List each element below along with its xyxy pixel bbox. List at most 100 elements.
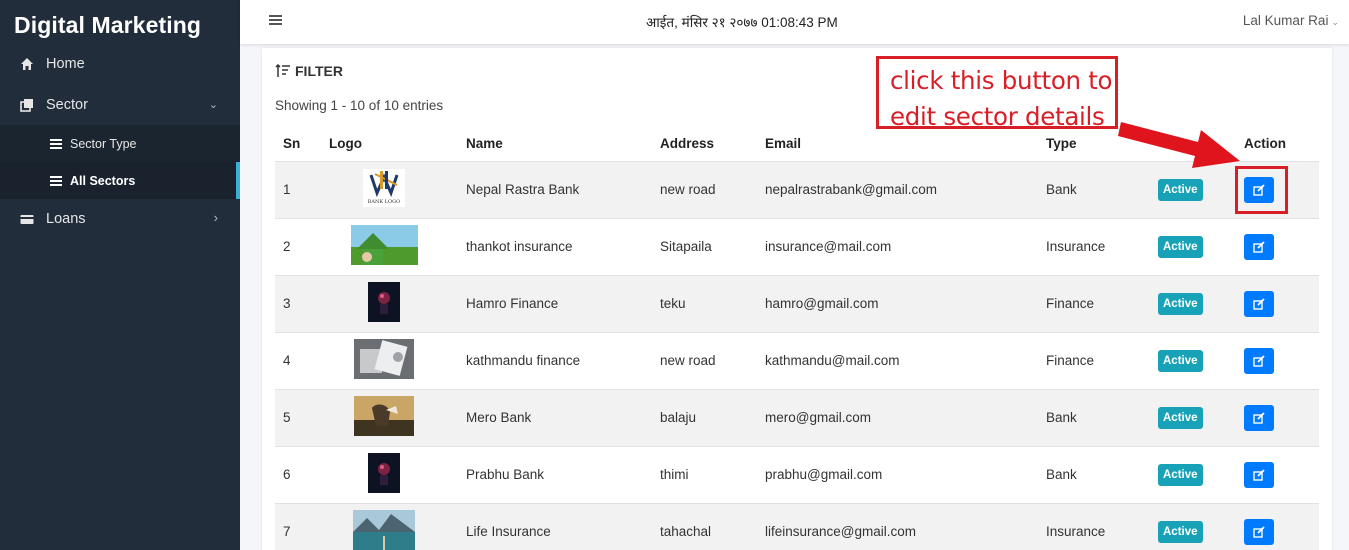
cell-action [1236, 388, 1319, 446]
sort-filter-icon [275, 63, 291, 78]
cell-logo [321, 274, 458, 332]
sector-logo-image: BANK LOGO [363, 169, 405, 210]
edit-sector-button[interactable] [1244, 518, 1274, 545]
filter-label: FILTER [295, 63, 343, 79]
current-datetime: आईत, मंसिर २१ २०७७ 01:08:43 PM [646, 15, 838, 30]
sector-submenu: Sector Type All Sectors [0, 125, 240, 199]
edit-icon [1253, 240, 1265, 253]
cell-address: new road [652, 331, 757, 389]
cell-status: Active [1150, 331, 1236, 389]
sector-logo-image [354, 396, 414, 439]
edit-sector-button[interactable] [1244, 461, 1274, 488]
column-header-logo: Logo [321, 126, 458, 162]
cell-email: prabhu@gmail.com [757, 445, 1038, 503]
cell-logo [321, 388, 458, 446]
column-header-address: Address [652, 126, 757, 162]
cell-sn: 6 [275, 445, 321, 503]
user-menu[interactable]: Lal Kumar Rai ⌄ [1243, 13, 1339, 28]
edit-sector-button[interactable] [1244, 290, 1274, 317]
user-name: Lal Kumar Rai [1242, 13, 1329, 28]
edit-icon [1253, 297, 1265, 310]
table-row: 5 Mero Bank balaju mero@gmail.com Bank Active [275, 388, 1319, 446]
edit-sector-button[interactable] [1244, 233, 1274, 260]
sidebar-item-all-sectors[interactable]: All Sectors [0, 162, 240, 199]
table-row: 7 Life Insurance tahachal lifeinsurance@gma… [275, 502, 1319, 550]
chevron-right-icon: › [213, 210, 218, 225]
filter-toggle[interactable]: FILTER [275, 63, 343, 79]
sector-icon [20, 98, 34, 112]
cell-status: Active [1150, 217, 1236, 275]
column-header-sn: Sn [275, 126, 321, 162]
edit-sector-button[interactable] [1244, 347, 1274, 374]
edit-icon [1253, 354, 1265, 367]
sidebar-item-label: Sector Type [70, 136, 137, 151]
annotation-callout: click this button to edit sector details [876, 56, 1118, 131]
status-badge: Active [1158, 235, 1203, 258]
table-row: 6 Prabhu Bank thimi prabhu@gmail.com Bank Act… [275, 445, 1319, 503]
cell-name: Life Insurance [458, 502, 652, 550]
cell-logo [321, 445, 458, 503]
status-badge: Active [1158, 520, 1203, 543]
sector-logo-image [350, 225, 418, 268]
top-bar: आईत, मंसिर २१ २०७७ 01:08:43 PM Lal Kumar… [240, 0, 1349, 44]
table-row: 2 thankot insurance Sitapaila insurance@mai… [275, 217, 1319, 275]
cell-name: thankot insurance [458, 217, 652, 275]
table-row: 3 Hamro Finance teku hamro@gmail.com Finance… [275, 274, 1319, 332]
annotation-arrow [1118, 122, 1240, 168]
menu-toggle-icon[interactable] [269, 14, 282, 25]
sidebar-item-sector[interactable]: Sector ⌄ [0, 85, 240, 125]
sidebar-item-label: Home [46, 56, 85, 72]
status-badge: Active [1158, 178, 1203, 201]
cell-email: nepalrastrabank@gmail.com [757, 160, 1038, 218]
sidebar-item-home[interactable]: Home [0, 44, 240, 84]
cell-action [1236, 217, 1319, 275]
cell-action [1236, 331, 1319, 389]
cell-status: Active [1150, 445, 1236, 503]
cell-address: Sitapaila [652, 217, 757, 275]
chevron-down-icon: ⌄ [208, 99, 218, 111]
cell-logo [321, 331, 458, 389]
cell-logo [321, 502, 458, 550]
cell-action [1236, 274, 1319, 332]
cell-status: Active [1150, 274, 1236, 332]
cell-address: new road [652, 160, 757, 218]
column-header-name: Name [458, 126, 652, 162]
cell-email: insurance@mail.com [757, 217, 1038, 275]
edit-icon [1253, 526, 1265, 538]
cell-address: thimi [652, 445, 757, 503]
sector-logo-image [354, 339, 414, 382]
cell-action [1236, 502, 1319, 550]
cell-email: lifeinsurance@gmail.com [757, 502, 1038, 550]
edit-sector-button[interactable] [1244, 404, 1274, 431]
cell-address: balaju [652, 388, 757, 446]
cell-name: Hamro Finance [458, 274, 652, 332]
cell-name: kathmandu finance [458, 331, 652, 389]
cell-sn: 4 [275, 331, 321, 389]
cell-name: Prabhu Bank [458, 445, 652, 503]
cell-status: Active [1150, 502, 1236, 550]
cell-address: tahachal [652, 502, 757, 550]
status-badge: Active [1158, 349, 1203, 372]
cell-logo [321, 217, 458, 275]
cell-sn: 1 [275, 160, 321, 218]
cell-email: hamro@gmail.com [757, 274, 1038, 332]
list-icon [50, 175, 62, 186]
sidebar-item-loans[interactable]: Loans › [0, 199, 240, 239]
entries-info: Showing 1 - 10 of 10 entries [275, 98, 444, 113]
annotation-highlight-box [1235, 166, 1288, 214]
cell-sn: 5 [275, 388, 321, 446]
edit-icon [1253, 411, 1265, 424]
cell-email: mero@gmail.com [757, 388, 1038, 446]
status-badge: Active [1158, 406, 1203, 429]
cell-type: Bank [1038, 445, 1150, 503]
cell-type: Bank [1038, 388, 1150, 446]
sidebar-item-label: Loans [46, 211, 86, 227]
sidebar-item-sector-type[interactable]: Sector Type [0, 125, 240, 162]
cell-type: Finance [1038, 274, 1150, 332]
edit-icon [1253, 468, 1265, 481]
cell-address: teku [652, 274, 757, 332]
cell-action [1236, 445, 1319, 503]
home-icon [20, 57, 34, 71]
cell-logo: BANK LOGO [321, 160, 458, 218]
cell-type: Finance [1038, 331, 1150, 389]
